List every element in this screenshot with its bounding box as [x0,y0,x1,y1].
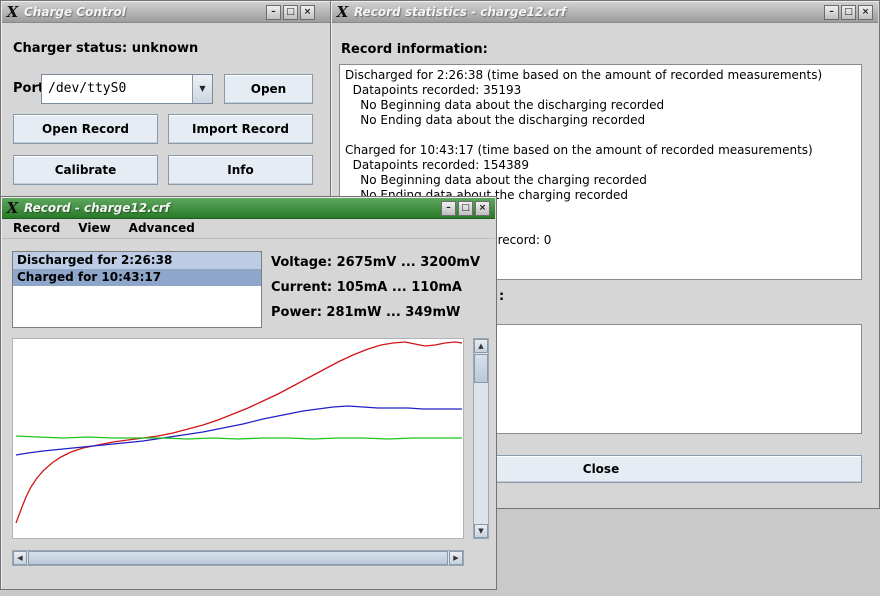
maximize-button[interactable]: □ [283,5,298,20]
record-info-line: Discharged for 2:26:38 (time based on th… [345,68,856,83]
window-x-icon[interactable]: X [5,200,20,216]
record-section-row[interactable]: Charged for 10:43:17 [13,269,261,286]
record-section-row[interactable]: Discharged for 2:26:38 [13,252,261,269]
info-button[interactable]: Info [168,155,313,185]
close-button[interactable]: × [858,5,873,20]
measurement-line: Power: 281mW ... 349mW [271,300,480,325]
charge-control-titlebar[interactable]: X Charge Control – □ × [2,2,330,23]
record-menubar: RecordViewAdvanced [2,219,495,239]
record-info-line: Datapoints recorded: 35193 [345,83,856,98]
chart-line-voltage [16,342,462,523]
record-info-line: Datapoints recorded: 154389 [345,158,856,173]
open-button[interactable]: Open [224,74,313,104]
menu-item[interactable]: Record [4,219,69,238]
record-information-label: Record information: [341,42,488,57]
scroll-down-icon[interactable]: ▼ [474,524,488,538]
close-button[interactable]: × [475,201,490,216]
close-button[interactable]: × [300,5,315,20]
chart-line-current [16,436,462,439]
measurement-line: Current: 105mA ... 110mA [271,275,480,300]
maximize-button[interactable]: □ [458,201,473,216]
port-combobox[interactable]: /dev/ttyS0 ▼ [41,74,213,104]
calibrate-button[interactable]: Calibrate [13,155,158,185]
horizontal-scroll-thumb[interactable] [28,551,448,565]
import-record-button[interactable]: Import Record [168,114,313,144]
minimize-button[interactable]: – [266,5,281,20]
combo-dropdown-icon[interactable]: ▼ [192,75,212,103]
chart-line-power [16,406,462,455]
scroll-left-icon[interactable]: ◀ [13,551,27,565]
chart-vertical-scrollbar: ▲ ▼ [473,338,489,539]
record-info-line: No Ending data about the discharging rec… [345,113,856,128]
record-window: X Record - charge12.crf – □ × RecordView… [0,196,497,590]
record-info-line: Charged for 10:43:17 (time based on the … [345,143,856,158]
vertical-scroll-thumb[interactable] [474,354,488,383]
record-chart-canvas[interactable] [12,338,464,539]
port-value[interactable]: /dev/ttyS0 [42,75,192,103]
record-titlebar[interactable]: X Record - charge12.crf – □ × [2,198,495,219]
record-statistics-titlebar[interactable]: X Record statistics - charge12.crf – □ × [332,2,878,23]
record-sections-list[interactable]: Discharged for 2:26:38Charged for 10:43:… [12,251,262,328]
charger-status-label: Charger status: unknown [13,41,198,56]
scroll-right-icon[interactable]: ▶ [449,551,463,565]
open-record-button[interactable]: Open Record [13,114,158,144]
menu-item[interactable]: Advanced [120,219,204,238]
window-x-icon[interactable]: X [5,4,20,20]
minimize-button[interactable]: – [441,201,456,216]
record-info-line: No Beginning data about the charging rec… [345,173,856,188]
charge-control-window: X Charge Control – □ × Charger status: u… [0,0,332,200]
minimize-button[interactable]: – [824,5,839,20]
scroll-up-icon[interactable]: ▲ [474,339,488,353]
window-title: Record - charge12.crf [24,201,437,215]
chart-horizontal-scrollbar: ◀ ▶ [12,550,464,566]
menu-item[interactable]: View [69,219,119,238]
record-info-line: No Beginning data about the discharging … [345,98,856,113]
maximize-button[interactable]: □ [841,5,856,20]
measurement-summary: Voltage: 2675mV ... 3200mVCurrent: 105mA… [271,250,480,325]
measurement-line: Voltage: 2675mV ... 3200mV [271,250,480,275]
record-info-line [345,128,856,143]
record-chart-svg [13,339,465,540]
window-x-icon[interactable]: X [335,4,350,20]
window-title: Record statistics - charge12.crf [354,5,820,19]
window-title: Charge Control [24,5,262,19]
second-section-label-fragment: : [499,289,504,304]
